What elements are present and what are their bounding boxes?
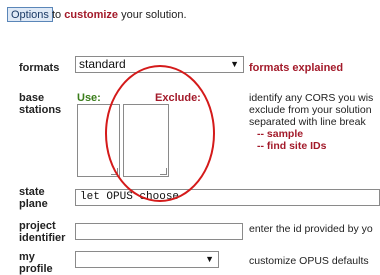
my-profile-label-line2: profile bbox=[19, 263, 53, 275]
intro-prefix: to bbox=[52, 9, 65, 21]
chevron-down-icon: ▼ bbox=[205, 254, 214, 264]
help-line: separated with line break bbox=[249, 116, 366, 128]
help-line: exclude from your solution bbox=[249, 104, 372, 116]
exclude-label: Exclude: bbox=[155, 92, 201, 104]
use-stations-textarea[interactable] bbox=[77, 104, 120, 177]
intro-text: to customize your solution. bbox=[52, 9, 187, 21]
formats-select[interactable]: standard ▼ bbox=[75, 56, 244, 73]
project-identifier-label-line1: project bbox=[19, 220, 56, 232]
state-plane-label-line1: state bbox=[19, 186, 45, 198]
exclude-stations-textarea[interactable] bbox=[123, 104, 169, 177]
my-profile-label: my profile bbox=[19, 251, 53, 275]
base-stations-label-line1: base bbox=[19, 92, 45, 104]
use-label: Use: bbox=[77, 92, 101, 104]
state-plane-label-line2: plane bbox=[19, 198, 48, 210]
intro-suffix: your solution. bbox=[118, 9, 187, 21]
state-plane-field[interactable]: let OPUS choose bbox=[75, 189, 380, 206]
intro-highlight: customize bbox=[64, 9, 119, 21]
state-plane-label: state plane bbox=[19, 186, 48, 210]
my-profile-select[interactable]: ▼ bbox=[75, 251, 219, 268]
chevron-down-icon: ▼ bbox=[230, 59, 239, 69]
my-profile-help: customize OPUS defaults bbox=[249, 255, 369, 267]
resize-grip-icon[interactable] bbox=[111, 168, 118, 175]
formats-label: formats bbox=[19, 62, 60, 74]
formats-explained-link[interactable]: formats explained bbox=[249, 62, 343, 74]
find-site-ids-link[interactable]: -- find site IDs bbox=[249, 140, 373, 152]
options-button[interactable]: Options bbox=[7, 7, 53, 22]
base-stations-label: base stations bbox=[19, 92, 61, 116]
my-profile-label-line1: my bbox=[19, 251, 35, 263]
sample-link[interactable]: -- sample bbox=[249, 128, 373, 140]
resize-grip-icon[interactable] bbox=[160, 168, 167, 175]
project-identifier-label: project identifier bbox=[19, 220, 65, 244]
base-stations-label-line2: stations bbox=[19, 104, 62, 116]
help-line: identify any CORS you wis bbox=[249, 92, 374, 104]
project-identifier-input[interactable] bbox=[75, 223, 243, 240]
formats-selected: standard bbox=[79, 57, 126, 71]
base-stations-help: identify any CORS you wis exclude from y… bbox=[249, 92, 373, 152]
project-identifier-help: enter the id provided by yo bbox=[249, 223, 373, 235]
project-identifier-label-line2: identifier bbox=[19, 232, 66, 244]
